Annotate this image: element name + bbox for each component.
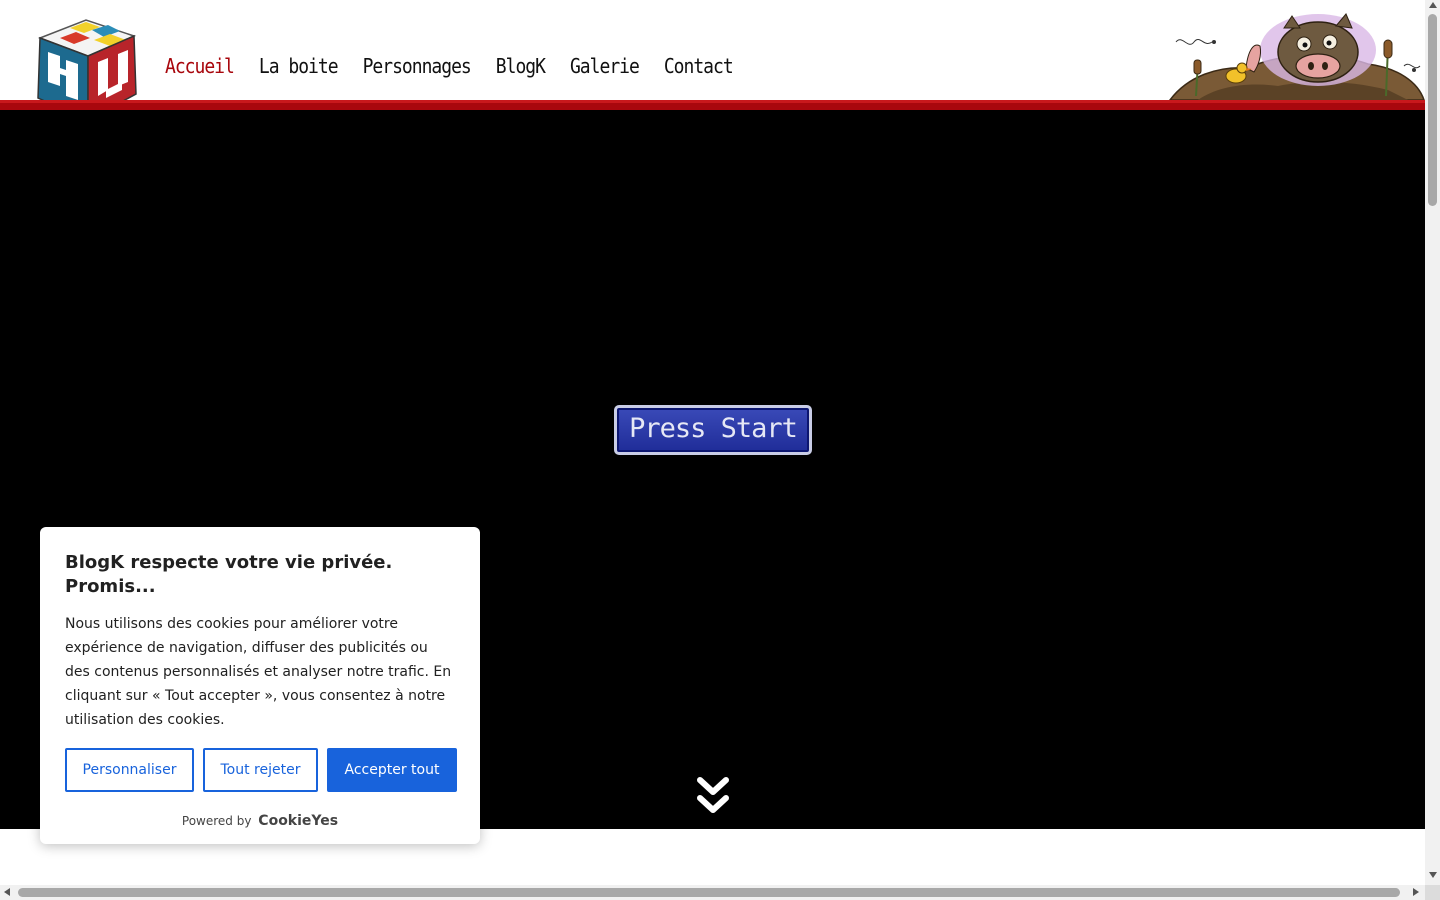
pig-in-mud-icon: [1168, 13, 1426, 101]
scrollbar-corner: [1425, 885, 1440, 900]
press-start-button[interactable]: Press Start: [614, 405, 812, 455]
reject-all-button[interactable]: Tout rejeter: [203, 748, 318, 792]
main-nav: Accueil La boite Personnages BlogK Galer…: [165, 54, 758, 78]
nav-item-blogk[interactable]: BlogK: [496, 54, 546, 78]
scroll-right-arrow-icon[interactable]: [1413, 888, 1419, 896]
accept-all-button[interactable]: Accepter tout: [327, 748, 457, 792]
scroll-up-arrow-icon[interactable]: [1429, 2, 1437, 8]
horizontal-scrollbar-thumb[interactable]: [18, 888, 1400, 897]
header-red-bar-highlight: [0, 100, 1425, 103]
nav-item-accueil[interactable]: Accueil: [165, 54, 235, 78]
nav-item-personnages[interactable]: Personnages: [363, 54, 472, 78]
site-header: Accueil La boite Personnages BlogK Galer…: [0, 0, 1426, 122]
cookieyes-logo[interactable]: CookieYes: [258, 813, 338, 829]
vertical-scrollbar-thumb[interactable]: [1428, 14, 1437, 206]
nav-item-contact[interactable]: Contact: [664, 54, 734, 78]
powered-by-label: Powered by: [181, 814, 252, 828]
scroll-down-arrow-icon[interactable]: [1429, 872, 1437, 878]
powered-by: Powered by CookieYes: [40, 813, 480, 829]
page: Accueil La boite Personnages BlogK Galer…: [0, 0, 1440, 900]
scroll-left-arrow-icon[interactable]: [4, 888, 10, 896]
nav-item-la-boite[interactable]: La boite: [259, 54, 339, 78]
cookie-buttons: Personnaliser Tout rejeter Accepter tout: [65, 748, 457, 792]
cookie-consent-banner: BlogK respecte votre vie privée. Promis.…: [40, 527, 480, 844]
nav-item-galerie[interactable]: Galerie: [570, 54, 640, 78]
customize-button[interactable]: Personnaliser: [65, 748, 194, 792]
cookie-title: BlogK respecte votre vie privée. Promis.…: [65, 552, 393, 597]
double-chevron-down-icon[interactable]: [696, 776, 730, 818]
cookie-description: Nous utilisons des cookies pour améliore…: [65, 616, 452, 728]
